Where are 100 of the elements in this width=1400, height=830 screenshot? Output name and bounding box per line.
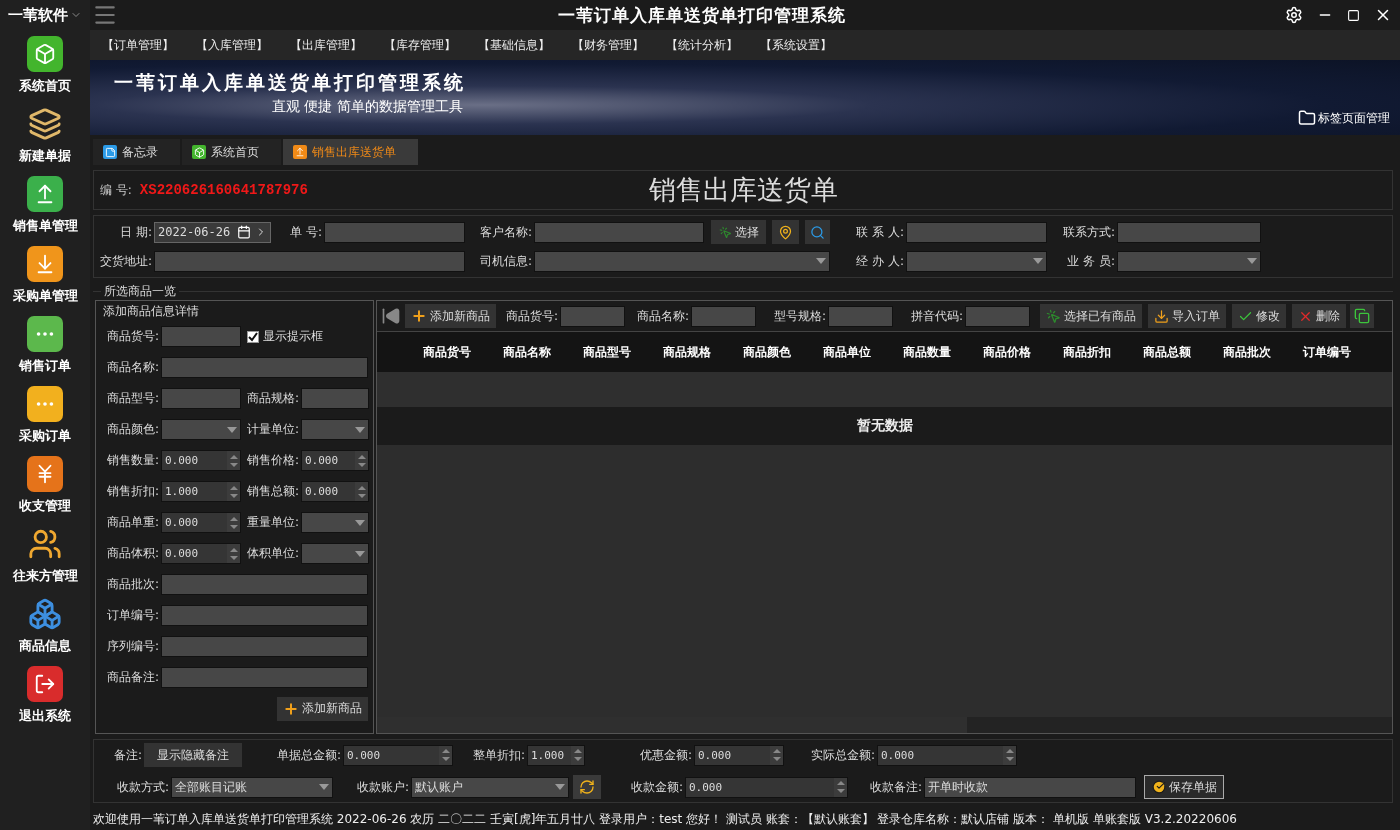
select-existing-button[interactable]: 选择已有商品 — [1040, 304, 1142, 328]
filter-field[interactable] — [560, 305, 625, 327]
number-field[interactable]: 1.000 — [527, 744, 585, 766]
maximize-icon[interactable] — [1347, 8, 1360, 22]
column-header[interactable]: 商品批次 — [1207, 343, 1287, 361]
add-product-button[interactable]: 添加新商品 — [405, 304, 496, 328]
sidebar-item[interactable]: 系统首页 — [0, 30, 90, 100]
input-field[interactable] — [161, 388, 241, 409]
save-button[interactable]: 保存单据 — [1144, 775, 1224, 799]
number-field[interactable]: 0.000 — [301, 450, 369, 471]
input-field[interactable] — [161, 574, 368, 595]
menu-item[interactable]: 【订单管理】 — [102, 36, 174, 54]
filter-field[interactable] — [691, 305, 756, 327]
sidebar-item[interactable]: 商品信息 — [0, 590, 90, 660]
input-field[interactable] — [161, 357, 368, 378]
import-order-button[interactable]: 导入订单 — [1148, 304, 1226, 328]
select-button[interactable]: 选择 — [711, 220, 766, 244]
menu-item[interactable]: 【出库管理】 — [290, 36, 362, 54]
sidebar-item[interactable]: 往来方管理 — [0, 520, 90, 590]
input-field[interactable] — [324, 221, 465, 243]
tab-manager-link[interactable]: 标签页面管理 — [1298, 109, 1390, 127]
dropdown-field[interactable] — [161, 419, 241, 440]
spinner-arrows-icon[interactable] — [355, 482, 368, 501]
dropdown-field[interactable] — [301, 512, 369, 533]
number-field[interactable]: 0.000 — [694, 744, 784, 766]
input-field[interactable] — [161, 326, 241, 347]
dropdown-field[interactable] — [301, 543, 369, 564]
number-field[interactable]: 0.000 — [161, 450, 241, 471]
first-page-icon[interactable] — [381, 306, 401, 326]
column-header[interactable]: 商品颜色 — [727, 343, 807, 361]
sidebar-item[interactable]: 销售单管理 — [0, 170, 90, 240]
number-field[interactable]: 1.000 — [161, 481, 241, 502]
add-product-button[interactable]: 添加新商品 — [277, 696, 368, 721]
spinner-arrows-icon[interactable] — [355, 451, 368, 470]
menu-item[interactable]: 【统计分析】 — [666, 36, 738, 54]
menu-item[interactable]: 【库存管理】 — [384, 36, 456, 54]
spinner-arrows-icon[interactable] — [834, 777, 847, 797]
column-header[interactable]: 商品规格 — [647, 343, 727, 361]
input-field[interactable] — [161, 636, 368, 657]
column-header[interactable]: 商品货号 — [407, 343, 487, 361]
spinner-arrows-icon[interactable] — [439, 745, 452, 765]
settings-icon[interactable] — [1285, 6, 1303, 24]
menu-item[interactable]: 【系统设置】 — [760, 36, 832, 54]
spinner-arrows-icon[interactable] — [227, 544, 240, 563]
number-field[interactable]: 0.000 — [877, 744, 1017, 766]
dropdown-field[interactable]: 全部账目记账 — [171, 776, 333, 798]
column-header[interactable]: 商品价格 — [967, 343, 1047, 361]
spinner-arrows-icon[interactable] — [227, 482, 240, 501]
number-field[interactable]: 0.000 — [301, 481, 369, 502]
date-picker[interactable]: 2022-06-26 — [154, 221, 271, 243]
input-field[interactable] — [161, 667, 368, 688]
column-header[interactable]: 商品名称 — [487, 343, 567, 361]
edit-button[interactable]: 修改 — [1232, 304, 1286, 328]
number-field[interactable]: 0.000 — [161, 512, 241, 533]
horizontal-scrollbar[interactable] — [377, 717, 1392, 733]
dropdown-field[interactable] — [906, 250, 1047, 272]
input-field[interactable] — [906, 221, 1047, 243]
number-field[interactable]: 0.000 — [161, 543, 241, 564]
tab[interactable]: 系统首页 — [182, 139, 281, 165]
dropdown-field[interactable] — [1117, 250, 1261, 272]
delete-button[interactable]: 删除 — [1292, 304, 1346, 328]
spinner-arrows-icon[interactable] — [770, 745, 783, 765]
spinner-arrows-icon[interactable] — [227, 513, 240, 532]
menu-item[interactable]: 【财务管理】 — [572, 36, 644, 54]
input-field[interactable] — [534, 221, 704, 243]
dropdown-field[interactable]: 默认账户 — [411, 776, 569, 798]
filter-field[interactable] — [828, 305, 893, 327]
sidebar-item[interactable]: 采购订单 — [0, 380, 90, 450]
dropdown-field[interactable] — [534, 250, 830, 272]
location-pin-icon[interactable] — [772, 220, 799, 244]
refresh-icon[interactable] — [573, 775, 601, 799]
input-field[interactable] — [154, 250, 465, 272]
column-header[interactable]: 商品数量 — [887, 343, 967, 361]
input-field[interactable] — [301, 388, 369, 409]
menu-item[interactable]: 【基础信息】 — [478, 36, 550, 54]
number-field[interactable]: 0.000 — [685, 776, 848, 798]
column-header[interactable]: 商品单位 — [807, 343, 887, 361]
filter-field[interactable] — [965, 305, 1030, 327]
spinner-arrows-icon[interactable] — [1003, 745, 1016, 765]
sidebar-item[interactable]: 采购单管理 — [0, 240, 90, 310]
column-header[interactable]: 商品折扣 — [1047, 343, 1127, 361]
tab[interactable]: 备忘录 — [93, 139, 180, 165]
checkbox[interactable] — [247, 330, 259, 343]
number-field[interactable]: 0.000 — [343, 744, 453, 766]
sidebar-item[interactable]: 收支管理 — [0, 450, 90, 520]
column-header[interactable]: 订单编号 — [1287, 343, 1367, 361]
input-field[interactable]: 开单时收款 — [924, 776, 1136, 798]
menu-item[interactable]: 【入库管理】 — [196, 36, 268, 54]
input-field[interactable] — [1117, 221, 1261, 243]
column-header[interactable]: 商品型号 — [567, 343, 647, 361]
search-icon[interactable] — [805, 220, 830, 244]
copy-icon[interactable] — [1350, 304, 1374, 328]
input-field[interactable] — [161, 605, 368, 626]
toggle-notes-button[interactable]: 显示隐藏备注 — [144, 743, 242, 767]
column-header[interactable]: 商品总额 — [1127, 343, 1207, 361]
dropdown-field[interactable] — [301, 419, 369, 440]
tab[interactable]: 销售出库送货单 — [283, 139, 418, 165]
sidebar-item[interactable]: 新建单据 — [0, 100, 90, 170]
sidebar-item[interactable]: 销售订单 — [0, 310, 90, 380]
spinner-arrows-icon[interactable] — [571, 745, 584, 765]
